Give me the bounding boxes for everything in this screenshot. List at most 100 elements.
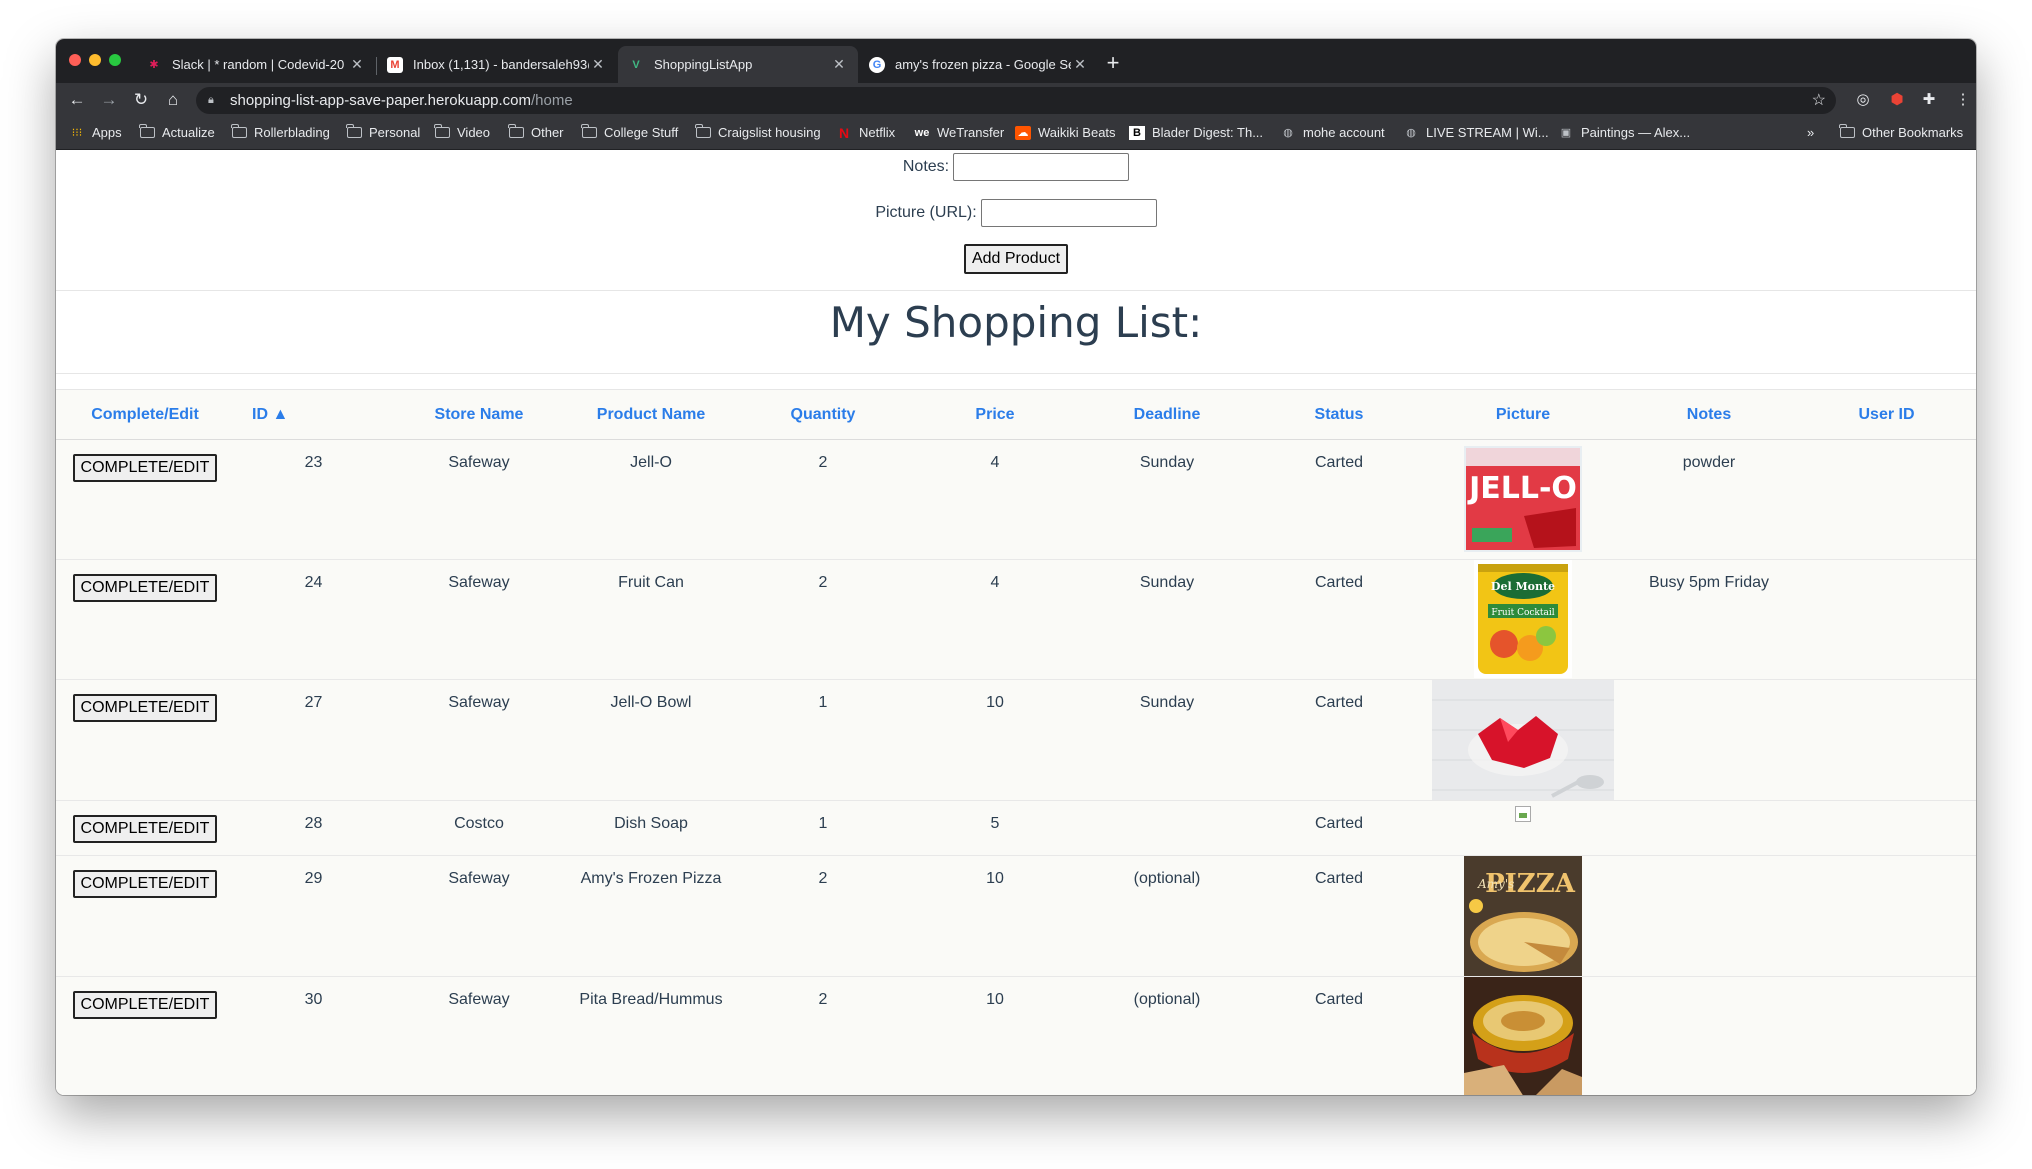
bookmark-actualize[interactable]: Actualize — [139, 124, 215, 140]
close-tab-icon[interactable]: ✕ — [348, 56, 366, 73]
bookmark-blader-digest[interactable]: B Blader Digest: Th... — [1129, 125, 1263, 140]
header-user-id[interactable]: User ID — [1797, 390, 1976, 440]
close-tab-icon[interactable]: ✕ — [830, 56, 848, 73]
close-tab-icon[interactable]: ✕ — [589, 56, 607, 73]
header-picture[interactable]: Picture — [1425, 390, 1621, 440]
google-icon: G — [869, 56, 885, 73]
cell-quantity: 2 — [818, 870, 828, 887]
header-notes[interactable]: Notes — [1621, 390, 1797, 440]
svg-text:Amy's: Amy's — [1477, 877, 1514, 891]
header-id[interactable]: ID ▲ — [234, 390, 393, 440]
forward-icon[interactable]: → — [98, 89, 120, 111]
tab-gmail[interactable]: M Inbox (1,131) - bandersaleh93@ ✕ — [377, 46, 617, 83]
bookmark-other-bookmarks[interactable]: Other Bookmarks — [1839, 124, 1963, 140]
vue-icon: V — [632, 58, 640, 71]
browser-window: ✱ Slack | * random | Codevid-20 ✕ M Inbo… — [56, 39, 1976, 1095]
bookmark-other[interactable]: Other — [508, 124, 564, 140]
reload-icon[interactable]: ↻ — [130, 89, 152, 111]
header-quantity[interactable]: Quantity — [737, 390, 909, 440]
netflix-icon: N — [838, 124, 850, 141]
back-icon[interactable]: ← — [66, 89, 88, 111]
profile-avatar-icon[interactable] — [1919, 89, 1941, 111]
header-store-name[interactable]: Store Name — [393, 390, 565, 440]
soundcloud-icon: ☁ — [1015, 125, 1031, 140]
complete-edit-button[interactable]: COMPLETE/EDIT — [72, 870, 218, 898]
complete-edit-button[interactable]: COMPLETE/EDIT — [72, 694, 218, 722]
bookmark-label: WeTransfer — [937, 125, 1005, 140]
adblock-extension-icon[interactable]: ⬢ — [1886, 89, 1908, 111]
cell-product: Dish Soap — [614, 815, 688, 832]
cell-user-id — [1797, 440, 1976, 560]
bookmarks-overflow-chevron[interactable]: » — [1807, 125, 1814, 140]
bookmark-label: LIVE STREAM | Wi... — [1426, 125, 1549, 140]
close-window-button[interactable] — [69, 54, 81, 66]
bookmark-apps[interactable]: ⁝⁝⁝ Apps — [69, 125, 122, 140]
maximize-window-button[interactable] — [109, 54, 121, 66]
header-product-name[interactable]: Product Name — [565, 390, 737, 440]
jello-bowl-image — [1432, 680, 1614, 800]
bookmark-personal[interactable]: Personal — [346, 124, 420, 140]
address-bar[interactable]: 🔒︎ shopping-list-app-save-paper.herokuap… — [196, 87, 1836, 114]
complete-edit-button[interactable]: COMPLETE/EDIT — [72, 454, 218, 482]
new-tab-button[interactable]: + — [1101, 51, 1125, 75]
add-product-button[interactable]: Add Product — [963, 244, 1069, 274]
cell-price: 10 — [986, 991, 1004, 1008]
bookmark-label: Rollerblading — [254, 125, 330, 140]
cell-price: 10 — [986, 870, 1004, 887]
tab-shoppinglistapp[interactable]: V ShoppingListApp ✕ — [618, 46, 858, 83]
bookmark-college-stuff[interactable]: College Stuff — [581, 124, 678, 140]
header-complete-edit[interactable]: Complete/Edit — [56, 390, 234, 440]
bookmark-wetransfer[interactable]: we WeTransfer — [914, 125, 1005, 140]
bookmark-netflix[interactable]: N Netflix — [836, 124, 895, 141]
bookmark-live-stream[interactable]: ◍ LIVE STREAM | Wi... — [1403, 125, 1549, 140]
bookmark-mohe-account[interactable]: ◍ mohe account — [1280, 125, 1384, 140]
complete-edit-button[interactable]: COMPLETE/EDIT — [72, 574, 218, 602]
cell-user-id — [1797, 680, 1976, 801]
header-deadline[interactable]: Deadline — [1081, 390, 1253, 440]
complete-edit-button[interactable]: COMPLETE/EDIT — [72, 815, 218, 843]
notes-input[interactable] — [953, 153, 1130, 181]
bookmark-star-icon[interactable]: ☆ — [1812, 90, 1826, 110]
bookmark-label: Waikiki Beats — [1038, 125, 1116, 140]
cell-status: Carted — [1314, 991, 1364, 1008]
cell-quantity: 2 — [818, 991, 828, 1008]
table-row: COMPLETE/EDIT 24 Safeway Fruit Can 2 4 S… — [56, 559, 1976, 680]
cell-notes — [1621, 977, 1797, 1096]
extension-icon[interactable]: ◎ — [1852, 89, 1874, 111]
picture-url-input[interactable] — [980, 199, 1157, 227]
cell-picture: Del Monte Fruit Cocktail — [1425, 560, 1621, 680]
bookmark-label: Apps — [92, 125, 122, 140]
folder-icon — [581, 124, 597, 140]
add-product-row: Add Product — [56, 244, 1976, 274]
home-icon[interactable]: ⌂ — [162, 89, 184, 111]
cell-notes — [1621, 680, 1797, 801]
menu-kebab-icon[interactable]: ⋮ — [1952, 89, 1974, 111]
cell-picture — [1425, 801, 1621, 856]
cell-deadline — [1081, 801, 1253, 856]
picture-url-label: Picture (URL): — [875, 204, 977, 221]
svg-text:Fruit Cocktail: Fruit Cocktail — [1491, 608, 1554, 618]
bookmark-video[interactable]: Video — [434, 124, 490, 140]
tab-slack[interactable]: ✱ Slack | * random | Codevid-20 ✕ — [136, 46, 376, 83]
folder-icon — [231, 124, 247, 140]
fruit-can-image: Del Monte Fruit Cocktail — [1474, 560, 1572, 678]
header-status[interactable]: Status — [1253, 390, 1425, 440]
bookmark-paintings[interactable]: ▣ Paintings — Alex... — [1558, 125, 1690, 140]
tab-title: Inbox (1,131) - bandersaleh93@ — [413, 57, 589, 72]
complete-edit-button[interactable]: COMPLETE/EDIT — [72, 991, 218, 1019]
cell-status: Carted — [1314, 574, 1364, 591]
svg-text:JELL-O: JELL-O — [1467, 471, 1577, 506]
bookmark-waikiki-beats[interactable]: ☁ Waikiki Beats — [1015, 125, 1116, 140]
folder-icon — [508, 124, 524, 140]
cell-picture — [1425, 977, 1621, 1095]
table-header-row: Complete/Edit ID ▲ Store Name Product Na… — [56, 389, 1976, 440]
cell-picture: PIZZA Amy's — [1425, 856, 1621, 977]
header-price[interactable]: Price — [909, 390, 1081, 440]
close-tab-icon[interactable]: ✕ — [1071, 56, 1089, 73]
bookmark-craigslist-housing[interactable]: Craigslist housing — [695, 124, 821, 140]
overflow-label: » — [1807, 125, 1815, 140]
tab-google-search[interactable]: G amy's frozen pizza - Google Se ✕ — [859, 46, 1099, 83]
bookmark-rollerblading[interactable]: Rollerblading — [231, 124, 330, 140]
cell-status: Carted — [1314, 870, 1364, 887]
minimize-window-button[interactable] — [89, 54, 101, 66]
